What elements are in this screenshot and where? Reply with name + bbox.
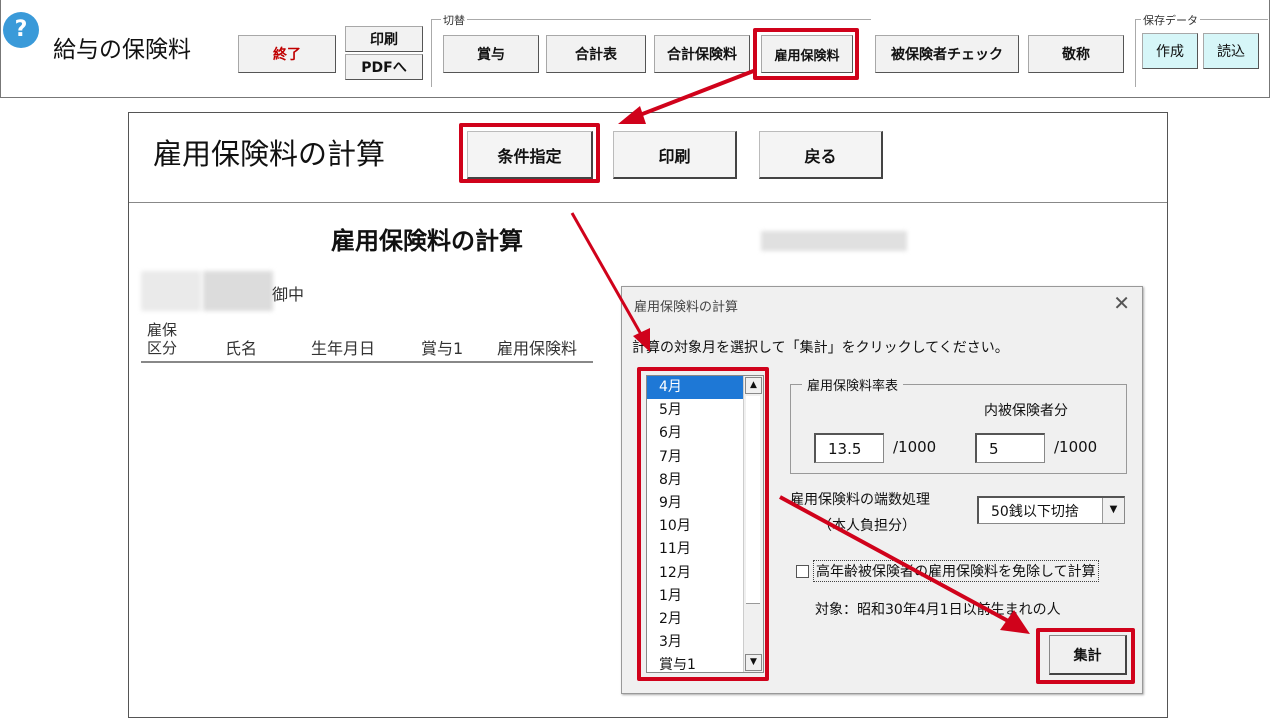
rounding-sublabel: （本人負担分） xyxy=(818,518,916,534)
rate-insured-unit: /1000 xyxy=(1054,438,1098,456)
rate-insured-input[interactable]: 5 xyxy=(975,433,1045,463)
col-header-premium: 雇用保険料 xyxy=(497,339,578,358)
dialog-title: 雇用保険料の計算 xyxy=(634,300,739,315)
app-toolbar: ? 給与の保険料 終了 印刷 PDFへ 切替 賞与 合計表 合計保険料 雇用保険… xyxy=(0,0,1270,98)
col-header-bonus1: 賞与1 xyxy=(421,339,464,358)
highlight-box-condition-button xyxy=(459,123,600,183)
highlight-box-aggregate-button xyxy=(1036,628,1135,684)
quit-button[interactable]: 終了 xyxy=(238,35,336,73)
highlight-box-employment-button xyxy=(753,28,859,80)
rounding-select-value: 50銭以下切捨 xyxy=(991,503,1079,520)
insured-share-label: 内被保険者分 xyxy=(984,403,1068,419)
col-header-birthdate: 生年月日 xyxy=(311,339,376,358)
addressee-suffix: 御中 xyxy=(272,285,305,304)
rounding-label: 雇用保険料の端数処理 xyxy=(790,492,930,508)
switch-bonus-button[interactable]: 賞与 xyxy=(443,35,539,73)
target-note: 対象：昭和30年4月1日以前生まれの人 xyxy=(815,602,1061,618)
print-button[interactable]: 印刷 xyxy=(345,26,423,52)
blurred-company-2 xyxy=(203,271,273,311)
app-title: 給与の保険料 xyxy=(53,37,191,63)
rate-total-input[interactable]: 13.5 xyxy=(814,433,884,463)
back-button[interactable]: 戻る xyxy=(759,131,883,179)
col-header-category: 雇保 区分 xyxy=(147,321,178,357)
create-button[interactable]: 作成 xyxy=(1142,33,1198,69)
page-title: 雇用保険料の計算 xyxy=(153,137,386,171)
column-header-rule xyxy=(141,361,593,363)
rate-total-unit: /1000 xyxy=(893,438,937,456)
switch-honorific-button[interactable]: 敬称 xyxy=(1028,35,1124,73)
report-title: 雇用保険料の計算 xyxy=(331,227,523,255)
dialog-instruction: 計算の対象月を選択して「集計」をクリックしてください。 xyxy=(632,340,1009,356)
help-icon[interactable]: ? xyxy=(3,12,39,48)
col-header-name: 氏名 xyxy=(225,339,258,358)
blurred-date xyxy=(761,231,907,251)
switch-summary-button[interactable]: 合計表 xyxy=(546,35,646,73)
report-print-button[interactable]: 印刷 xyxy=(613,131,737,179)
elderly-exempt-checkbox[interactable] xyxy=(796,565,809,578)
chevron-down-icon[interactable]: ▼ xyxy=(1102,498,1124,523)
switch-total-premium-button[interactable]: 合計保険料 xyxy=(654,35,750,73)
pdf-button[interactable]: PDFへ xyxy=(345,54,423,80)
switch-insured-check-button[interactable]: 被保険者チェック xyxy=(875,35,1019,73)
rate-table-label: 雇用保険料率表 xyxy=(802,375,904,394)
blurred-company-1 xyxy=(141,271,201,311)
close-icon[interactable]: ✕ xyxy=(1113,291,1130,315)
switch-group-label: 切替 xyxy=(441,12,467,28)
header-divider xyxy=(129,202,1167,203)
rounding-select[interactable]: 50銭以下切捨 ▼ xyxy=(977,496,1125,524)
save-data-group-label: 保存データ xyxy=(1141,12,1200,28)
highlight-box-month-list xyxy=(637,367,769,681)
elderly-exempt-label[interactable]: 高年齢被保険者の雇用保険料を免除して計算 xyxy=(813,560,1099,582)
load-button[interactable]: 読込 xyxy=(1203,33,1259,69)
